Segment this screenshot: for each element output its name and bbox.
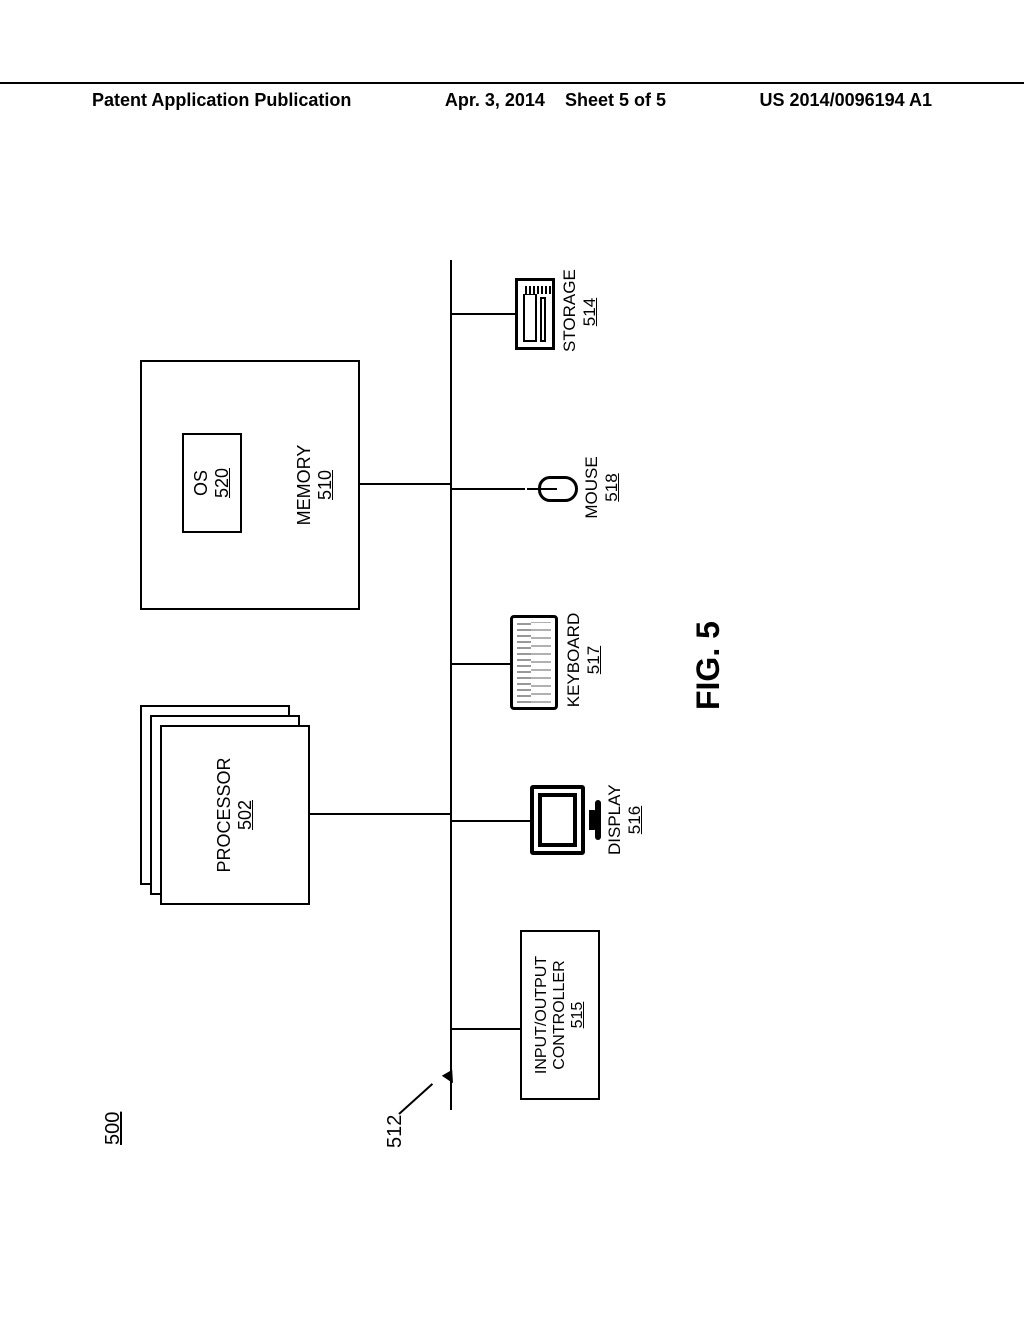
mouse-num: 518 bbox=[602, 450, 622, 525]
bus-ref: 512 bbox=[384, 1115, 407, 1148]
display-label: DISPLAY bbox=[605, 784, 624, 855]
page-header: Patent Application Publication Apr. 3, 2… bbox=[0, 82, 1024, 111]
storage-label-group: STORAGE 514 bbox=[560, 272, 600, 352]
processor-num: 502 bbox=[235, 800, 256, 830]
io-label1: INPUT/OUTPUT bbox=[533, 956, 551, 1074]
mouse-label-group: MOUSE 518 bbox=[582, 450, 622, 525]
memory-label: MEMORY bbox=[294, 362, 315, 608]
display-label-group: DISPLAY 516 bbox=[605, 785, 645, 855]
conn-io bbox=[450, 1028, 520, 1030]
io-controller-block: INPUT/OUTPUT CONTROLLER 515 bbox=[520, 930, 600, 1100]
conn-memory bbox=[360, 483, 450, 485]
diagram: 500 512 PROCESSOR 502 OS 520 MEMORY 510 bbox=[0, 350, 920, 950]
memory-num: 510 bbox=[315, 362, 336, 608]
storage-num: 514 bbox=[580, 272, 600, 352]
os-label: OS bbox=[191, 470, 212, 496]
keyboard-icon bbox=[510, 615, 558, 710]
conn-mouse bbox=[450, 488, 525, 490]
conn-storage bbox=[450, 313, 515, 315]
system-bus bbox=[450, 260, 452, 1110]
conn-keyboard bbox=[450, 663, 510, 665]
conn-display bbox=[450, 820, 530, 822]
mouse-icon bbox=[538, 476, 578, 502]
processor-label: PROCESSOR bbox=[214, 757, 235, 872]
io-label2: CONTROLLER bbox=[551, 960, 569, 1069]
header-mid: Apr. 3, 2014 Sheet 5 of 5 bbox=[445, 90, 666, 111]
io-num: 515 bbox=[569, 1002, 587, 1029]
display-icon bbox=[530, 785, 585, 855]
processor-block: PROCESSOR 502 bbox=[140, 705, 310, 905]
os-num: 520 bbox=[212, 468, 233, 498]
bus-leader-line bbox=[398, 1083, 433, 1115]
memory-block: OS 520 MEMORY 510 bbox=[140, 360, 360, 610]
os-block: OS 520 bbox=[182, 433, 242, 533]
keyboard-label: KEYBOARD bbox=[564, 613, 583, 707]
storage-label: STORAGE bbox=[560, 269, 579, 352]
figure-label: FIG. 5 bbox=[690, 621, 727, 710]
mouse-label: MOUSE bbox=[582, 456, 601, 518]
system-ref: 500 bbox=[102, 1112, 125, 1145]
keyboard-num: 517 bbox=[584, 610, 604, 710]
conn-processor bbox=[310, 813, 450, 815]
header-left: Patent Application Publication bbox=[0, 90, 443, 111]
header-right: US 2014/0096194 A1 bbox=[668, 90, 1024, 111]
keyboard-label-group: KEYBOARD 517 bbox=[564, 610, 604, 710]
display-num: 516 bbox=[625, 785, 645, 855]
storage-icon bbox=[515, 278, 555, 350]
